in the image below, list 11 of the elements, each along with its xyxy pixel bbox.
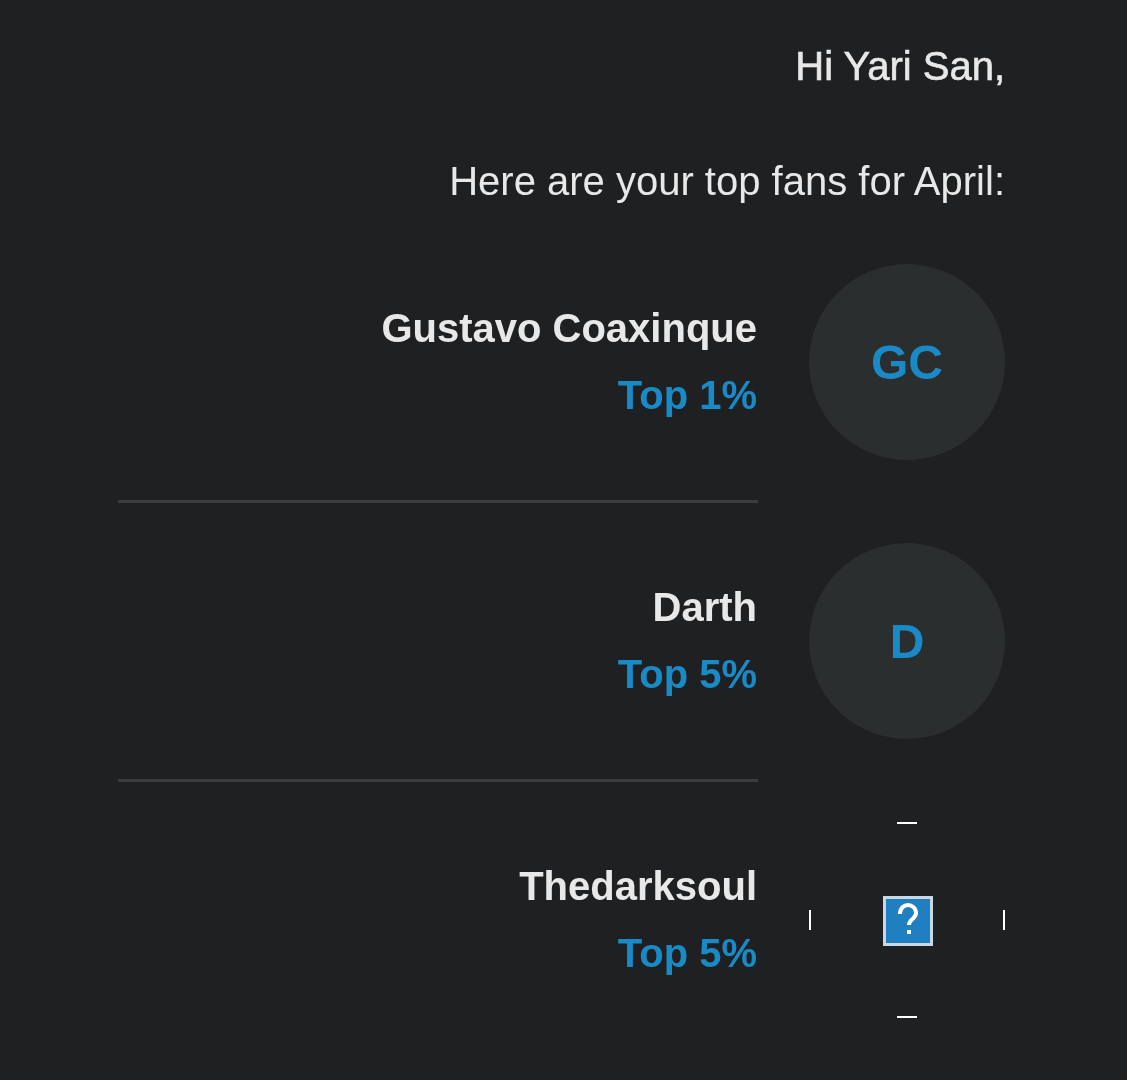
- fan-name: Darth: [652, 585, 757, 630]
- fan-rank: Top 1%: [617, 373, 757, 418]
- intro-text: Here are your top fans for April:: [449, 159, 1005, 204]
- fan-name: Thedarksoul: [519, 864, 757, 909]
- fan-rank: Top 5%: [617, 652, 757, 697]
- avatar: D: [809, 543, 1005, 739]
- greeting: Hi Yari San,: [795, 44, 1005, 89]
- avatar: GC: [809, 264, 1005, 460]
- fan-name: Gustavo Coaxinque: [381, 306, 757, 351]
- broken-image-icon: [809, 822, 1005, 1018]
- fan-rank: Top 5%: [617, 931, 757, 976]
